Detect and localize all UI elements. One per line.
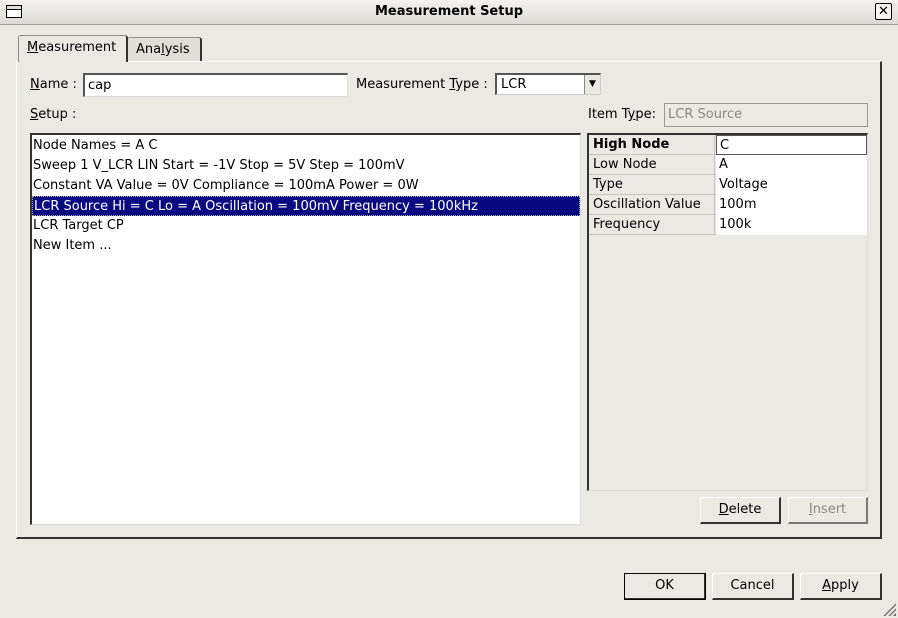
measurement-type-label: Measurement Type : bbox=[356, 77, 488, 92]
apply-label: pply bbox=[831, 578, 859, 593]
list-item[interactable]: LCR Target CP bbox=[32, 216, 580, 236]
property-row[interactable]: High Node C bbox=[589, 135, 867, 155]
delete-mnemonic: D bbox=[718, 502, 729, 517]
ok-button[interactable]: OK bbox=[624, 573, 706, 600]
property-name: Oscillation Value bbox=[589, 195, 715, 215]
property-value-input[interactable]: Voltage bbox=[716, 175, 867, 195]
new-item[interactable]: New Item ... bbox=[32, 236, 580, 256]
item-type-value: LCR Source bbox=[668, 107, 743, 122]
property-value-input[interactable]: 100k bbox=[716, 215, 867, 235]
item-type-label-post: pe: bbox=[635, 107, 656, 122]
property-name: High Node bbox=[589, 135, 715, 155]
chevron-down-icon[interactable]: ▼ bbox=[584, 75, 600, 94]
measurement-type-value: LCR bbox=[501, 77, 527, 92]
name-input-value: cap bbox=[88, 78, 112, 93]
item-type-label: Item Type: bbox=[588, 107, 656, 122]
property-name: Low Node bbox=[589, 155, 715, 175]
delete-label: elete bbox=[728, 502, 762, 517]
property-name: Type bbox=[589, 175, 715, 195]
measurement-type-label-post: ype : bbox=[455, 77, 488, 92]
insert-button: Insert bbox=[788, 497, 868, 524]
setup-label-text: etup : bbox=[38, 107, 77, 122]
property-value-input[interactable]: C bbox=[716, 135, 867, 155]
resize-grip-icon[interactable] bbox=[882, 602, 896, 616]
property-grid[interactable]: High Node C Low Node A Type Voltage Osci… bbox=[587, 133, 868, 491]
cancel-button[interactable]: Cancel bbox=[712, 573, 794, 600]
measurement-type-select[interactable]: LCR ▼ bbox=[495, 73, 601, 95]
name-label-mnemonic: N bbox=[30, 77, 40, 92]
apply-mnemonic: A bbox=[822, 578, 832, 593]
name-label-text: ame : bbox=[39, 77, 77, 92]
property-value-input[interactable]: 100m bbox=[716, 195, 867, 215]
apply-button[interactable]: Apply bbox=[800, 573, 882, 600]
delete-button[interactable]: Delete bbox=[700, 497, 781, 524]
setup-list[interactable]: Node Names = A C Sweep 1 V_LCR LIN Start… bbox=[30, 133, 581, 525]
property-name: Frequency bbox=[589, 215, 715, 235]
property-row[interactable]: Frequency 100k bbox=[589, 215, 867, 235]
property-row[interactable]: Type Voltage bbox=[589, 175, 867, 195]
measurement-type-label-pre: Measurement bbox=[356, 77, 450, 92]
setup-label: Setup : bbox=[30, 107, 76, 122]
property-row[interactable]: Low Node A bbox=[589, 155, 867, 175]
insert-label: nsert bbox=[812, 502, 847, 517]
property-row[interactable]: Oscillation Value 100m bbox=[589, 195, 867, 215]
name-input[interactable]: cap bbox=[83, 73, 348, 97]
list-item-selected[interactable]: LCR Source Hi = C Lo = A Oscillation = 1… bbox=[32, 196, 580, 216]
list-item[interactable]: Node Names = A C bbox=[32, 136, 580, 156]
item-type-label-pre: Item T bbox=[588, 107, 628, 122]
list-item[interactable]: Constant VA Value = 0V Compliance = 100m… bbox=[32, 176, 580, 196]
property-value-input[interactable]: A bbox=[716, 155, 867, 175]
list-item[interactable]: Sweep 1 V_LCR LIN Start = -1V Stop = 5V … bbox=[32, 156, 580, 176]
item-type-field: LCR Source bbox=[664, 103, 868, 127]
name-label: Name : bbox=[30, 77, 77, 92]
